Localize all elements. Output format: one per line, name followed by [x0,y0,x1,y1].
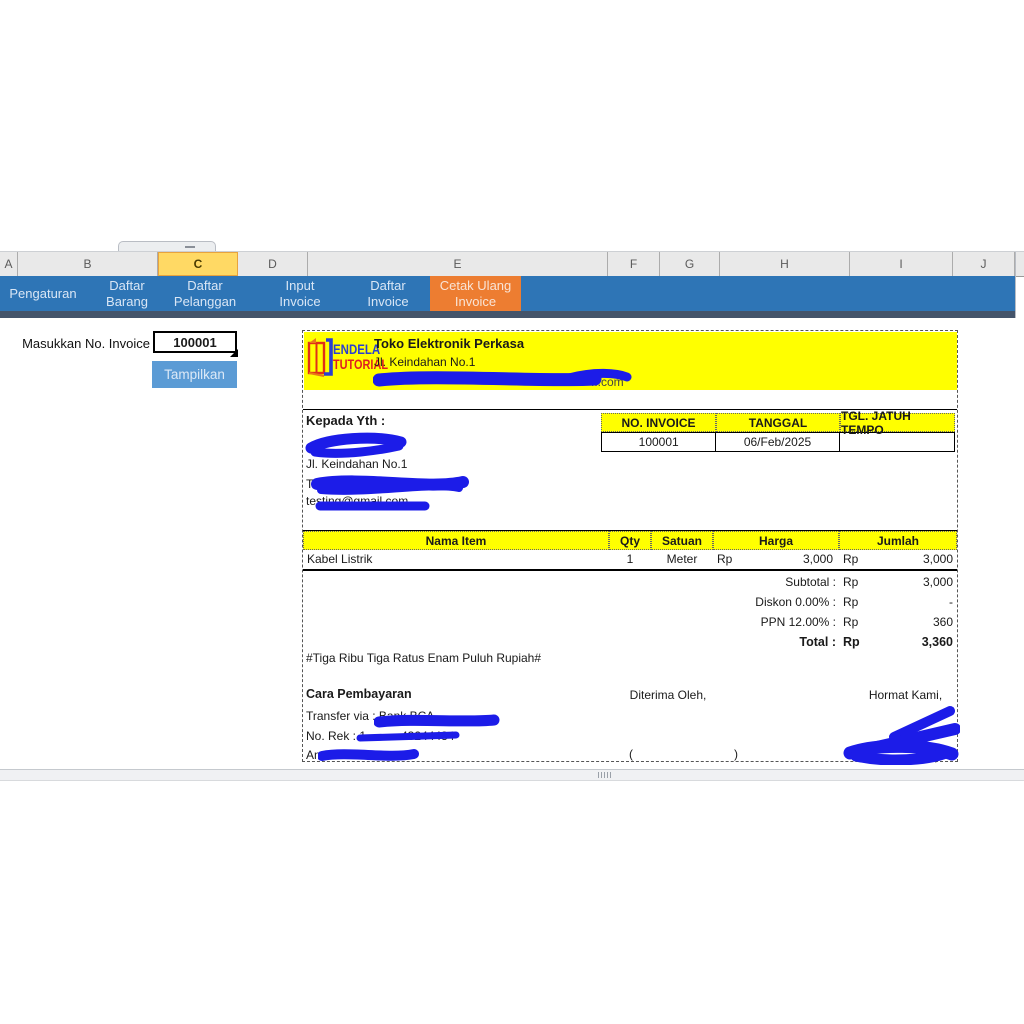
item-header-qty: Qty [609,531,651,550]
invoice-number-label: Masukkan No. Invoice [8,336,150,351]
item-harga-value: 3,000 [733,552,833,566]
received-signature-open-paren: ( [629,747,633,761]
diskon-value: - [853,595,953,609]
received-by-label: Diterima Oleh, [628,688,708,702]
item-qty: 1 [609,552,651,566]
item-header-jumlah: Jumlah [839,531,957,550]
redaction-scribble-rek [356,730,462,743]
item-satuan: Meter [651,552,713,566]
received-signature-close-paren: ) [734,747,738,761]
column-header-b[interactable]: B [18,252,158,276]
amount-in-words: #Tiga Ribu Tiga Ratus Enam Puluh Rupiah# [306,651,541,665]
ppn-label: PPN 12.00% : [633,615,836,629]
nav-label: Daftar [187,278,222,294]
column-header-row: A B C D E F G H I J [0,252,1024,277]
item-header-nama: Nama Item [303,531,609,550]
meta-header-tanggal: TANGGAL [716,413,840,432]
meta-header-jatuh-tempo: TGL. JATUH TEMPO [840,413,955,432]
nav-daftar-barang-button[interactable]: Daftar Barang [94,276,160,311]
meta-header-no-invoice: NO. INVOICE [601,413,716,432]
column-header-c-selected[interactable]: C [158,252,238,276]
horizontal-scrollbar[interactable] [0,769,1024,781]
cell-corner-handle [230,349,238,357]
diskon-row: Diskon 0.00% : Rp - [303,591,957,611]
redaction-scribble-bank [374,712,500,729]
item-header-satuan: Satuan [651,531,713,550]
nav-daftar-pelanggan-button[interactable]: Daftar Pelanggan [162,276,248,311]
nav-daftar-invoice-button[interactable]: Daftar Invoice [350,276,426,311]
item-table-header: Nama Item Qty Satuan Harga Jumlah [303,530,957,550]
column-header-e[interactable]: E [308,252,608,276]
total-row: Total : Rp 3,360 [303,631,957,651]
column-header-g[interactable]: G [660,252,720,276]
redaction-scribble-email [315,500,431,512]
item-harga-currency: Rp [717,552,732,566]
nav-label: Input [286,278,315,294]
nav-cetak-ulang-invoice-button-active[interactable]: Cetak Ulang Invoice [430,276,521,311]
tampilkan-button[interactable]: Tampilkan [152,361,237,388]
redaction-scribble-phone [311,472,471,496]
nav-label: Invoice [279,294,320,310]
invoice-print-area: ENDELA TUTORIAL Toko Elektronik Perkasa … [302,330,958,762]
nav-label: Barang [106,294,148,310]
nav-label: Daftar [109,278,144,294]
meta-value-jatuh-tempo [840,433,954,451]
column-header-h[interactable]: H [720,252,850,276]
jendela-tutorial-logo: ENDELA TUTORIAL [307,335,371,385]
subtotal-row: Subtotal : Rp 3,000 [303,571,957,591]
subtotal-value: 3,000 [853,575,953,589]
sheet-right-edge [1015,252,1016,318]
ppn-row: PPN 12.00% : Rp 360 [303,611,957,631]
column-header-a[interactable]: A [0,252,18,276]
column-header-d[interactable]: D [238,252,308,276]
nav-label: Pelanggan [174,294,236,310]
item-name: Kabel Listrik [307,552,372,566]
column-header-partial [1015,252,1024,276]
meta-value-no-invoice: 100001 [602,433,716,451]
meta-value-tanggal: 06/Feb/2025 [716,433,839,451]
redaction-scribble-an [318,747,420,762]
signature-scribble [836,703,960,765]
total-value: 3,360 [853,635,953,649]
item-row: Kabel Listrik 1 Meter Rp 3,000 Rp 3,000 [303,549,957,571]
payment-method-title: Cara Pembayaran [306,687,412,701]
nav-pengaturan-button[interactable]: Pengaturan [4,276,82,311]
item-header-harga: Harga [713,531,839,550]
window-logo-icon [307,335,333,381]
nav-input-invoice-button[interactable]: Input Invoice [262,276,338,311]
redaction-scribble-contact [373,367,635,389]
ribbon-bottom-strip [0,311,1015,318]
regards-label: Hormat Kami, [853,688,958,702]
transfer-label: Transfer via : [306,709,379,723]
ppn-value: 360 [853,615,953,629]
column-header-f[interactable]: F [608,252,660,276]
nav-label: Pengaturan [9,286,76,302]
nav-label: Daftar [370,278,405,294]
macro-nav-ribbon: Pengaturan Daftar Barang Daftar Pelangga… [0,276,1015,311]
customer-address: Jl. Keindahan No.1 [306,457,407,471]
redaction-scribble-customer-name [303,431,411,459]
scroll-grip-dash [185,246,195,248]
invoice-meta-table: NO. INVOICE TANGGAL TGL. JATUH TEMPO 100… [601,413,955,452]
excel-invoice-app: A B C D E F G H I J Pengaturan Daftar Ba… [0,0,1024,1024]
total-label: Total : [633,635,836,649]
diskon-label: Diskon 0.00% : [633,595,836,609]
column-header-i[interactable]: I [850,252,953,276]
column-header-j[interactable]: J [953,252,1015,276]
nav-label: Cetak Ulang [440,278,512,294]
nav-label: Invoice [367,294,408,310]
scrollbar-grip[interactable] [598,772,611,778]
invoice-number-input[interactable]: 100001 [153,331,237,353]
item-jumlah-value: 3,000 [853,552,953,566]
recipient-label: Kepada Yth : [306,413,385,428]
company-name: Toko Elektronik Perkasa [374,336,524,351]
subtotal-label: Subtotal : [633,575,836,589]
nav-label: Invoice [455,294,496,310]
